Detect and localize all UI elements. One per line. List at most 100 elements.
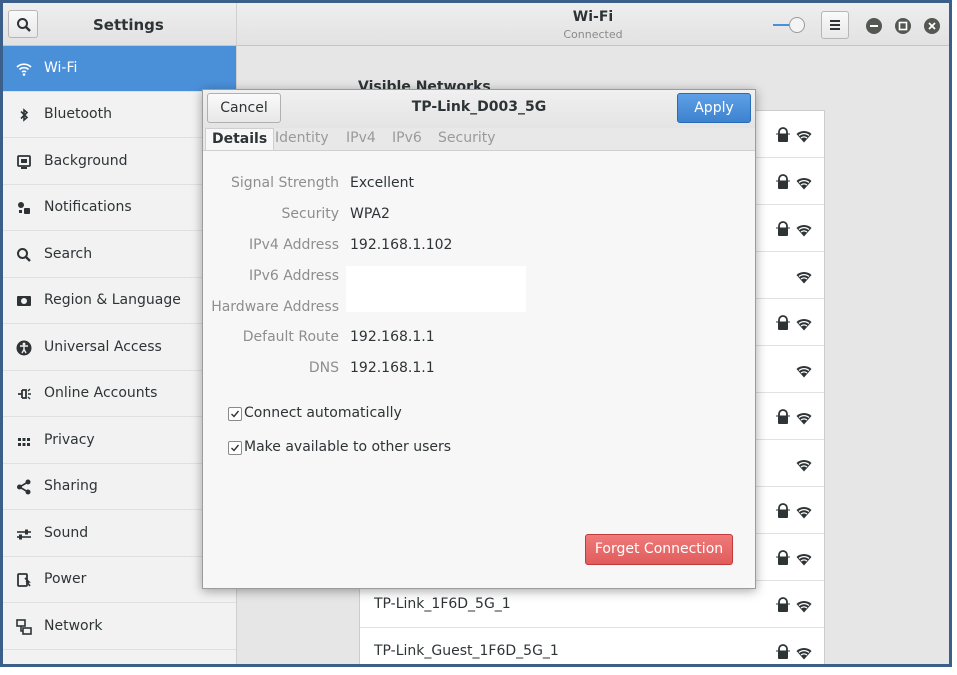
cancel-button[interactable]: Cancel	[207, 93, 281, 123]
wifi-signal-icon	[796, 222, 812, 241]
search-button[interactable]	[8, 10, 38, 38]
background-icon	[17, 155, 31, 169]
lock-icon	[776, 503, 790, 523]
forget-connection-button[interactable]: Forget Connection	[585, 534, 733, 565]
hardware-address-row: Hardware Address	[203, 299, 755, 319]
tab-security[interactable]: Security	[438, 130, 496, 146]
connection-dialog: Cancel TP-Link_D003_5G Apply Details Ide…	[202, 89, 756, 589]
default-route-row: Default Route 192.168.1.1	[203, 329, 755, 349]
connect-automatically-checkbox[interactable]: Connect automatically	[228, 405, 528, 423]
sidebar-item-label: Notifications	[44, 199, 132, 215]
wifi-signal-icon	[796, 551, 812, 570]
field-label: Security	[281, 206, 340, 222]
default-route-value: 192.168.1.1	[350, 329, 435, 345]
wifi-signal-icon	[796, 269, 812, 288]
field-label: Default Route	[242, 329, 339, 345]
header-divider	[236, 3, 237, 45]
wifi-icon	[16, 63, 32, 76]
wifi-signal-icon	[796, 645, 812, 664]
wifi-toggle[interactable]	[773, 16, 809, 34]
maximize-icon	[898, 21, 908, 31]
close-button[interactable]	[924, 18, 940, 34]
dns-row: DNS 192.168.1.1	[203, 360, 755, 380]
search-icon	[17, 248, 31, 262]
online-accounts-icon	[18, 388, 31, 400]
wifi-signal-icon	[796, 410, 812, 429]
ipv6-row: IPv6 Address	[203, 268, 755, 288]
apply-button[interactable]: Apply	[677, 93, 751, 123]
wifi-signal-icon	[796, 363, 812, 382]
ipv4-value: 192.168.1.102	[350, 237, 453, 253]
checkbox-box[interactable]	[228, 441, 242, 455]
wifi-signal-icon	[796, 316, 812, 335]
region-icon	[17, 296, 31, 306]
sidebar-item-label: Online Accounts	[44, 385, 158, 401]
dns-value: 192.168.1.1	[350, 360, 435, 376]
power-icon	[17, 573, 31, 587]
lock-icon	[776, 550, 790, 570]
settings-title: Settings	[93, 16, 164, 34]
hamburger-icon	[830, 20, 840, 22]
sidebar-item-label: Sound	[44, 525, 89, 541]
sidebar-item-network[interactable]: Network	[3, 604, 236, 650]
toggle-knob	[789, 17, 805, 33]
lock-icon	[776, 127, 790, 147]
window-frame: Settings Wi-Fi Connected Wi-Fi Bluetooth…	[0, 0, 952, 667]
tab-ipv4[interactable]: IPv4	[346, 130, 376, 146]
minimize-button[interactable]	[866, 18, 882, 34]
sidebar-item-label: Background	[44, 153, 128, 169]
universal-access-icon	[16, 340, 32, 356]
dialog-title: TP-Link_D003_5G	[411, 99, 547, 115]
ipv4-row: IPv4 Address 192.168.1.102	[203, 237, 755, 257]
wifi-signal-icon	[796, 175, 812, 194]
field-label: DNS	[308, 360, 339, 376]
connection-status: Connected	[563, 28, 623, 41]
network-icon	[16, 619, 32, 635]
security-value: WPA2	[350, 206, 390, 222]
panel-title: Wi-Fi	[572, 9, 614, 25]
notifications-icon	[18, 202, 30, 214]
wifi-signal-icon	[796, 598, 812, 617]
tab-identity[interactable]: Identity	[275, 130, 329, 146]
sidebar-item-label: Wi-Fi	[44, 60, 78, 76]
checkbox-label: Make available to other users	[244, 439, 452, 455]
field-label: IPv6 Address	[249, 268, 339, 284]
minimize-icon	[870, 25, 878, 27]
sidebar-item-label: Universal Access	[44, 339, 162, 355]
wifi-signal-icon	[796, 504, 812, 523]
security-row: Security WPA2	[203, 206, 755, 226]
field-label: IPv4 Address	[249, 237, 339, 253]
lock-icon	[776, 174, 790, 194]
search-icon	[17, 18, 31, 32]
lock-icon	[776, 221, 790, 241]
sidebar-item-label: Bluetooth	[44, 106, 112, 122]
checkmark-icon	[231, 410, 240, 418]
tab-ipv6[interactable]: IPv6	[392, 130, 422, 146]
sidebar-item-wifi[interactable]: Wi-Fi	[3, 46, 236, 92]
network-row[interactable]: TP-Link_Guest_1F6D_5G_1	[360, 628, 824, 664]
wifi-signal-icon	[796, 128, 812, 147]
tab-details[interactable]: Details	[205, 128, 275, 150]
signal-strength-value: Excellent	[350, 175, 414, 191]
available-to-others-checkbox[interactable]: Make available to other users	[228, 439, 528, 457]
lock-icon	[776, 409, 790, 429]
sidebar-item-label: Network	[44, 618, 103, 634]
signal-strength-row: Signal Strength Excellent	[203, 175, 755, 195]
bluetooth-icon	[20, 108, 29, 122]
sound-icon	[17, 529, 31, 540]
wifi-signal-icon	[796, 457, 812, 476]
settings-window: Settings Wi-Fi Connected Wi-Fi Bluetooth…	[3, 3, 949, 664]
menu-button[interactable]	[821, 11, 849, 39]
sidebar-item-label: Search	[44, 246, 93, 262]
network-name: TP-Link_1F6D_5G_1	[374, 596, 511, 612]
lock-icon	[776, 644, 790, 664]
maximize-button[interactable]	[895, 18, 911, 34]
sidebar-item-label: Privacy	[44, 432, 95, 448]
checkbox-box[interactable]	[228, 407, 242, 421]
sharing-icon	[17, 479, 31, 495]
dialog-tabs: Details Identity IPv4 IPv6 Security	[203, 128, 755, 151]
lock-icon	[776, 315, 790, 335]
field-label: Signal Strength	[230, 175, 339, 191]
network-name: TP-Link_Guest_1F6D_5G_1	[374, 643, 559, 659]
checkmark-icon	[231, 444, 240, 452]
